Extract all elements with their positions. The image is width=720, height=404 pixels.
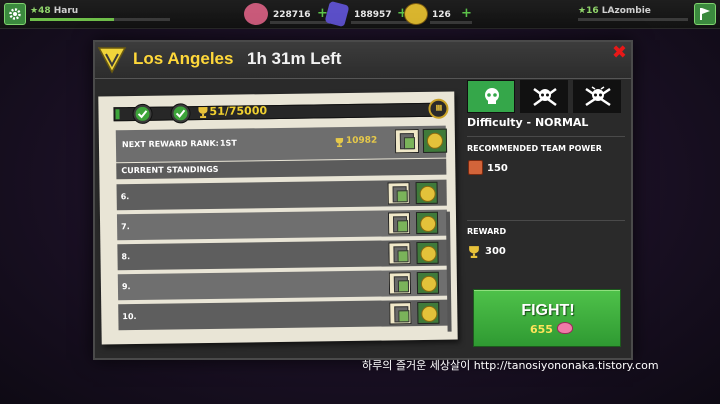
next-reward-label: NEXT REWARD RANK: [121, 138, 219, 150]
rank-label: 8. [121, 252, 131, 262]
divider [467, 136, 625, 137]
watermark-text: 하루의 즐거운 세상살이 http://tanosiyononaka.tisto… [362, 359, 659, 372]
next-reward-points: 10982 [345, 135, 378, 147]
player-name: Haru [53, 6, 79, 16]
progress-fill [115, 109, 120, 120]
difficulty-insane-tab[interactable] [573, 80, 621, 113]
gear-icon [9, 8, 21, 20]
add-coins-button[interactable]: + [461, 6, 472, 21]
rank-label: 10. [122, 311, 137, 322]
reward-coin-icon[interactable] [417, 301, 440, 325]
brain-icon [557, 322, 573, 334]
reward-card-icon[interactable] [394, 129, 420, 154]
check-icon [173, 106, 188, 121]
panel-header: Los Angeles 1h 31m Left ✖ [95, 42, 631, 79]
standings-paper: 51/75000 III NEXT REWARD RANK: 1ST 10982… [98, 91, 458, 345]
standing-row: 10. [118, 299, 449, 331]
star-icon: ★ [30, 6, 39, 16]
reward-coin-icon[interactable] [415, 181, 438, 205]
reward-card-icon[interactable] [389, 302, 412, 325]
event-progress: 51/75000 III [113, 98, 449, 125]
event-panel: Los Angeles 1h 31m Left ✖ 51/75000 III N… [93, 40, 633, 360]
reward-label: REWARD [467, 227, 507, 236]
menu-button[interactable] [694, 3, 716, 25]
rank-label: 6. [120, 192, 130, 202]
time-left: 1h 31m Left [247, 49, 342, 68]
opponent-level: 16 [586, 6, 599, 16]
flag-icon [700, 8, 710, 20]
standing-row: 8. [117, 239, 448, 271]
difficulty-label: Difficulty - NORMAL [467, 116, 589, 129]
standing-row: 7. [116, 209, 448, 241]
divider [467, 220, 625, 221]
player-xp-bar [30, 18, 170, 21]
standing-row: 6. [116, 179, 447, 211]
reward-card-icon[interactable] [387, 182, 410, 205]
opponent-info: ★16 LAzombie [578, 6, 651, 16]
skull-crossbones-icon [585, 86, 611, 107]
standings-header: CURRENT STANDINGS [116, 158, 447, 180]
player-level: 48 [38, 6, 51, 16]
milestone-check-1 [132, 103, 153, 125]
reward-coin-icon[interactable] [416, 241, 439, 265]
coins-value: 126 [432, 10, 451, 20]
gems-value: 188957 [354, 10, 392, 20]
reward-card-icon[interactable] [387, 212, 411, 235]
fight-label: FIGHT! [521, 302, 575, 319]
reward-coin-icon[interactable] [416, 271, 440, 295]
city-title: Los Angeles [133, 49, 234, 68]
reward-card-icon[interactable] [388, 242, 411, 265]
skull-icon [485, 88, 499, 104]
skull-crossbones-icon [533, 87, 557, 107]
settings-button[interactable] [4, 3, 26, 25]
close-icon: ✖ [611, 42, 627, 63]
gem-icon [324, 0, 350, 28]
star-icon: ★ [578, 6, 587, 16]
fight-button[interactable]: FIGHT! 655 [473, 289, 621, 347]
rank-label: 7. [121, 222, 130, 232]
progress-text: 51/75000 [209, 104, 268, 118]
standings-header-label: CURRENT STANDINGS [121, 164, 219, 176]
reward-value: 300 [485, 246, 506, 257]
reward-coin-icon[interactable] [415, 211, 439, 235]
event-badge-icon [97, 47, 127, 74]
brain-icon [244, 3, 268, 25]
standing-row: 9. [117, 269, 449, 301]
close-button[interactable]: ✖ [612, 42, 627, 63]
difficulty-hard-tab[interactable] [520, 80, 568, 113]
trophy-icon [335, 137, 344, 148]
recommended-power-label: RECOMMENDED TEAM POWER [467, 144, 602, 153]
reward-coin-icon[interactable] [422, 128, 448, 153]
team-power-icon [468, 160, 483, 175]
check-icon [135, 106, 150, 121]
next-reward-rank: 1ST [219, 138, 237, 148]
difficulty-normal-tab[interactable] [467, 80, 515, 113]
top-bar: ★48 Haru 228716 + 188957 + 126 + ★16 LAz… [0, 0, 720, 29]
fight-cost: 655 [530, 323, 553, 336]
trophy-icon [469, 246, 479, 258]
next-reward-row: NEXT REWARD RANK: 1ST 10982 [115, 125, 448, 163]
brains-value: 228716 [273, 10, 311, 20]
recommended-power-value: 150 [487, 163, 508, 174]
tier-badge: III [428, 98, 449, 119]
player-info: ★48 Haru [30, 6, 78, 16]
standings-scrollbar[interactable] [445, 211, 452, 332]
trophy-icon [198, 106, 208, 119]
coin-icon [404, 3, 428, 25]
opponent-bar [578, 18, 688, 21]
progress-track [113, 102, 438, 122]
milestone-check-2 [170, 103, 191, 124]
reward-card-icon[interactable] [388, 272, 412, 295]
rank-label: 9. [121, 282, 131, 292]
opponent-name: LAzombie [601, 6, 651, 16]
